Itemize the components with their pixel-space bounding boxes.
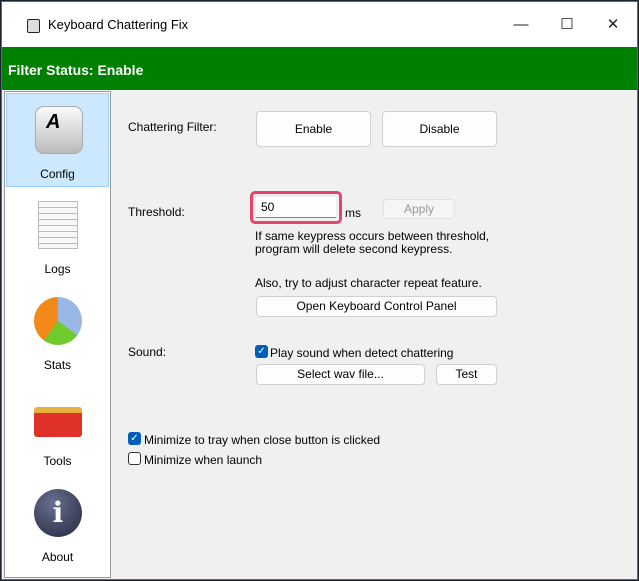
sidebar-item-config[interactable]: A Config	[6, 93, 109, 187]
sidebar-item-logs[interactable]: Logs	[6, 189, 109, 283]
unit-label: ms	[345, 206, 361, 220]
disable-button[interactable]: Disable	[382, 111, 497, 147]
sound-label: Sound:	[128, 345, 167, 359]
threshold-input[interactable]: 50	[256, 197, 336, 218]
app-window: Keyboard Chattering Fix — ☐ ✕ Filter Sta…	[1, 1, 638, 580]
open-keyboard-control-panel-button[interactable]: Open Keyboard Control Panel	[256, 296, 497, 317]
sidebar-item-stats[interactable]: Stats	[6, 285, 109, 379]
document-icon	[38, 201, 78, 249]
sidebar-item-label: Stats	[43, 358, 72, 372]
minimize-on-launch-checkbox[interactable]	[128, 452, 141, 465]
threshold-help-1: If same keypress occurs between threshol…	[255, 229, 490, 243]
keyboard-key-icon: A	[35, 106, 83, 154]
app-icon	[27, 19, 40, 33]
minimize-to-tray-checkbox[interactable]: ✓	[128, 432, 141, 445]
info-icon: i	[34, 489, 82, 537]
minimize-to-tray-label: Minimize to tray when close button is cl…	[144, 433, 381, 447]
threshold-label: Threshold:	[128, 205, 185, 219]
sidebar-item-tools[interactable]: Tools	[6, 381, 109, 475]
minimize-button[interactable]: —	[498, 10, 544, 40]
maximize-button[interactable]: ☐	[544, 10, 590, 40]
test-sound-button[interactable]: Test	[436, 364, 497, 385]
close-button[interactable]: ✕	[590, 10, 636, 40]
select-wav-button[interactable]: Select wav file...	[256, 364, 425, 385]
pie-chart-icon	[34, 297, 82, 345]
threshold-help-2: program will delete second keypress.	[255, 242, 453, 256]
play-sound-label: Play sound when detect chattering	[270, 346, 454, 360]
toolbox-icon	[34, 407, 82, 437]
window-title: Keyboard Chattering Fix	[48, 17, 189, 32]
enable-button[interactable]: Enable	[256, 111, 371, 147]
sidebar-item-about[interactable]: i About	[6, 477, 109, 571]
apply-button[interactable]: Apply	[383, 199, 455, 219]
play-sound-checkbox[interactable]: ✓	[255, 345, 268, 358]
title-bar: Keyboard Chattering Fix — ☐ ✕	[2, 2, 637, 47]
minimize-on-launch-label: Minimize when launch	[144, 453, 263, 467]
sidebar-item-label: About	[41, 550, 74, 564]
repeat-hint: Also, try to adjust character repeat fea…	[255, 276, 482, 290]
sidebar: A Config Logs Stats Tools i About	[4, 91, 111, 578]
sidebar-item-label: Logs	[44, 262, 71, 276]
sidebar-item-label: Tools	[43, 454, 72, 468]
chattering-filter-label: Chattering Filter:	[128, 120, 217, 134]
filter-status-bar: Filter Status: Enable	[2, 47, 637, 90]
sidebar-item-label: Config	[40, 167, 75, 181]
